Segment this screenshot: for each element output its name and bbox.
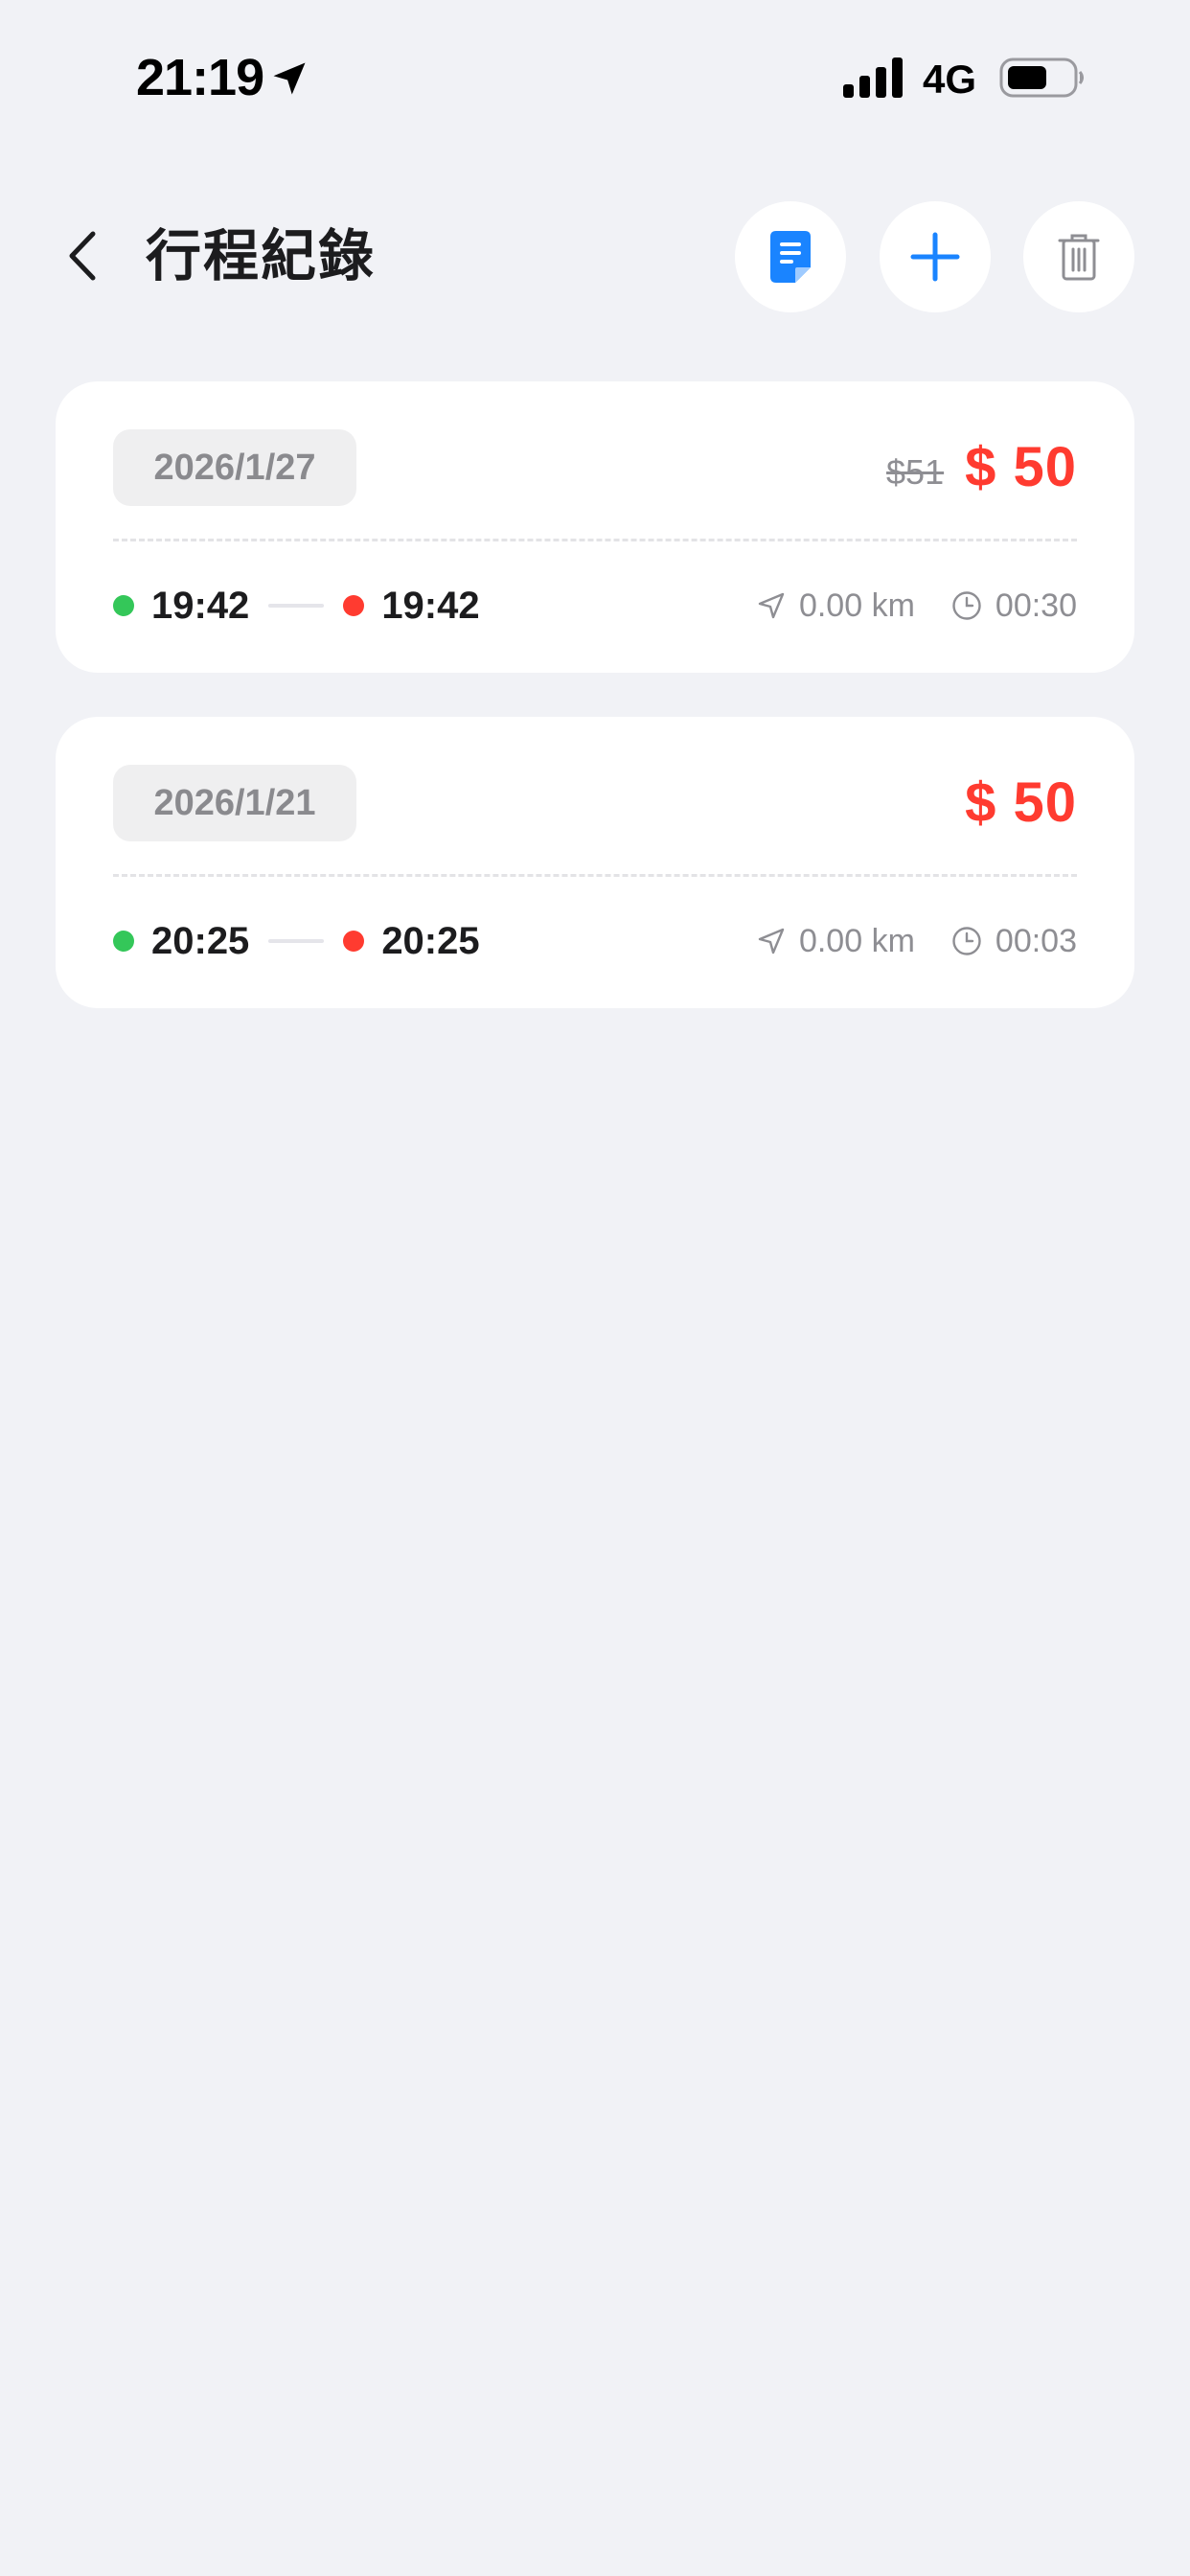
battery-icon bbox=[999, 58, 1084, 98]
distance-value: 0.00 km bbox=[798, 586, 915, 624]
add-button[interactable] bbox=[880, 201, 991, 312]
price-area: $51 $ 50 bbox=[886, 424, 1077, 510]
end-time: 19:42 bbox=[381, 584, 480, 627]
duration-stat: 00:03 bbox=[951, 923, 1077, 960]
trip-date: 2026/1/21 bbox=[113, 765, 356, 841]
network-type: 4G bbox=[923, 57, 977, 102]
distance-stat: 0.00 km bbox=[757, 587, 915, 625]
status-bar: 21:19 4G bbox=[0, 0, 1190, 144]
price-area: $ 50 bbox=[965, 759, 1077, 845]
trash-icon bbox=[1058, 234, 1100, 281]
trip-card[interactable]: 2026/1/21 $ 50 20:25 20:25 0.00 km 00:03 bbox=[56, 717, 1134, 1008]
duration-stat: 00:30 bbox=[951, 587, 1077, 625]
document-icon bbox=[770, 231, 811, 283]
duration-value: 00:30 bbox=[995, 586, 1077, 624]
trip-card[interactable]: 2026/1/27 $51 $ 50 19:42 19:42 0.00 km 0… bbox=[56, 381, 1134, 673]
original-price: $51 bbox=[886, 452, 945, 492]
trip-date: 2026/1/27 bbox=[113, 429, 356, 506]
chevron-left-icon bbox=[69, 231, 96, 281]
report-button[interactable] bbox=[735, 201, 846, 312]
distance-stat: 0.00 km bbox=[757, 923, 915, 960]
end-dot bbox=[343, 931, 365, 952]
trip-stats: 0.00 km 00:30 bbox=[757, 577, 1077, 634]
status-time: 21:19 bbox=[136, 49, 264, 106]
time-range: 20:25 20:25 bbox=[113, 912, 480, 970]
navigation-icon bbox=[758, 928, 785, 954]
page-title: 行程紀錄 bbox=[146, 225, 377, 288]
time-range: 19:42 19:42 bbox=[113, 577, 480, 634]
navigation-icon bbox=[758, 592, 785, 619]
trip-price: $ 50 bbox=[965, 435, 1077, 498]
trip-list: 2026/1/27 $51 $ 50 19:42 19:42 0.00 km 0… bbox=[56, 381, 1134, 1052]
clock-icon bbox=[952, 927, 981, 955]
end-dot bbox=[343, 595, 365, 616]
end-time: 20:25 bbox=[381, 919, 480, 962]
back-button[interactable] bbox=[54, 222, 111, 289]
time-connector bbox=[268, 939, 325, 943]
distance-value: 0.00 km bbox=[798, 922, 915, 959]
start-time: 19:42 bbox=[151, 584, 250, 627]
location-arrow-icon bbox=[273, 62, 306, 95]
duration-value: 00:03 bbox=[995, 922, 1077, 959]
start-dot bbox=[113, 931, 134, 952]
plus-icon bbox=[910, 232, 960, 282]
trip-stats: 0.00 km 00:03 bbox=[757, 912, 1077, 970]
dashed-divider bbox=[113, 539, 1077, 541]
signal-icon bbox=[843, 58, 903, 98]
clock-icon bbox=[952, 591, 981, 620]
time-connector bbox=[268, 604, 325, 608]
delete-button[interactable] bbox=[1023, 201, 1134, 312]
trip-price: $ 50 bbox=[965, 770, 1077, 834]
start-dot bbox=[113, 595, 134, 616]
dashed-divider bbox=[113, 874, 1077, 877]
start-time: 20:25 bbox=[151, 919, 250, 962]
